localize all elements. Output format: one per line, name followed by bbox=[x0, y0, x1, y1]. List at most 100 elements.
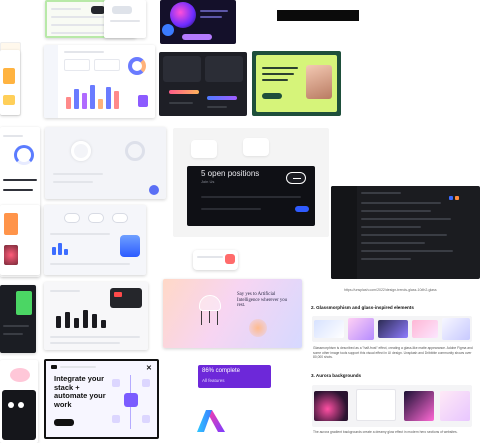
section-3-title: 3. Aurora backgrounds bbox=[311, 373, 362, 378]
blue-bars bbox=[52, 239, 102, 255]
wallet-dot-a bbox=[8, 402, 14, 408]
fab-button[interactable] bbox=[149, 185, 159, 195]
section-2-title: 2. Glassmorphism and glass-inspired elem… bbox=[311, 305, 414, 310]
ring-chart-a bbox=[71, 141, 91, 161]
get-started-button[interactable] bbox=[54, 419, 74, 426]
complete-subtitle: All features bbox=[202, 378, 225, 383]
glass-thumb-b bbox=[348, 318, 374, 340]
dark-panel-a bbox=[163, 56, 201, 82]
yellow-badge bbox=[3, 95, 15, 105]
ring-chart-b bbox=[125, 141, 145, 161]
pink-accent-bar bbox=[169, 90, 199, 94]
arrow-button[interactable] bbox=[286, 172, 306, 184]
section-3-body: The aurora gradient backgrounds create a… bbox=[313, 430, 458, 434]
glass-thumb-d bbox=[412, 320, 438, 338]
aurora-thumb-c bbox=[404, 391, 434, 421]
orange-card bbox=[4, 213, 18, 235]
node-purple-icon bbox=[124, 393, 138, 407]
careers-subtitle[interactable]: Join Us bbox=[201, 179, 214, 184]
integrate-stack-card[interactable]: Integrate your stack + automate your wor… bbox=[44, 359, 159, 439]
bottom-left-pink-card[interactable] bbox=[0, 360, 38, 443]
orange-badge bbox=[3, 68, 15, 84]
section-2-body: Glassmorphism is described as a "half-fr… bbox=[313, 346, 473, 360]
pill-card-c[interactable] bbox=[112, 213, 128, 223]
orange-indicator bbox=[455, 196, 459, 200]
bar-group bbox=[64, 81, 134, 109]
stat-card-a[interactable] bbox=[64, 59, 90, 71]
aurora-thumb-d bbox=[440, 391, 470, 421]
glass-thumb-c bbox=[378, 320, 408, 338]
node-b-icon bbox=[142, 379, 150, 387]
neumorphic-stats-card[interactable] bbox=[45, 127, 166, 199]
sun-glow bbox=[249, 319, 267, 337]
dark-ui-mockups-card[interactable] bbox=[159, 52, 247, 116]
chat-bubble-card[interactable] bbox=[193, 250, 238, 270]
portrait-photo bbox=[306, 65, 332, 99]
floating-cards-dashboard[interactable] bbox=[44, 205, 146, 275]
ai-chair-hero-card[interactable]: Say yes to Artificial Intelligence where… bbox=[163, 279, 302, 348]
flower-thumb bbox=[4, 245, 18, 265]
lime-hero-card[interactable] bbox=[252, 51, 341, 116]
wallet-dot-b bbox=[18, 402, 24, 408]
integration-graph bbox=[110, 375, 154, 429]
complete-title: 86% complete bbox=[202, 368, 241, 374]
glow-spot bbox=[162, 24, 174, 36]
apply-button[interactable] bbox=[295, 206, 309, 212]
redacted-title-bar bbox=[277, 10, 359, 21]
pill-card-a[interactable] bbox=[64, 213, 80, 223]
close-icon[interactable]: ✕ bbox=[146, 364, 152, 372]
aurora-thumb-a bbox=[314, 391, 348, 421]
bar-chart-dashboard-card[interactable] bbox=[44, 282, 148, 350]
sidebar bbox=[44, 45, 58, 118]
dark-panel-b bbox=[205, 56, 243, 82]
neon-orb-icon bbox=[170, 2, 196, 28]
neon-mobile-app-card[interactable] bbox=[160, 0, 236, 44]
glass-thumb-a bbox=[314, 320, 344, 338]
placeholder-box-b bbox=[243, 138, 269, 156]
glassmorphism-gallery bbox=[312, 316, 472, 342]
donut-chart bbox=[128, 57, 146, 75]
blue-accent-bar bbox=[207, 96, 237, 100]
dark-editor-card[interactable] bbox=[331, 186, 480, 279]
brand-logo-icon bbox=[51, 365, 57, 369]
dark-chip bbox=[91, 6, 105, 14]
weekly-bars bbox=[56, 310, 116, 328]
left-edge-card-two[interactable] bbox=[0, 50, 20, 115]
aurora-thumb-b bbox=[356, 389, 396, 421]
cta-button[interactable] bbox=[262, 93, 282, 99]
glass-thumb-e bbox=[442, 318, 470, 340]
red-chip-icon bbox=[114, 292, 122, 297]
analytics-dashboard-card[interactable] bbox=[44, 45, 155, 118]
editor-sidebar bbox=[331, 186, 357, 279]
placeholder-box-a bbox=[191, 140, 217, 158]
toggle-icon[interactable] bbox=[112, 6, 132, 14]
arrow-right-icon bbox=[293, 178, 301, 179]
aurora-gallery bbox=[312, 385, 472, 427]
pink-blob bbox=[10, 368, 30, 382]
green-screen bbox=[16, 291, 32, 315]
careers-title: 5 open positions bbox=[201, 169, 260, 178]
node-c-icon bbox=[112, 415, 120, 423]
article-link-caption[interactable]: https://unsplash.com/2022/design-trends-… bbox=[344, 288, 437, 292]
blue-gauge bbox=[120, 235, 140, 257]
dark-wallet-card[interactable] bbox=[2, 390, 36, 440]
blue-indicator bbox=[449, 196, 453, 200]
green-app-card[interactable] bbox=[0, 285, 36, 353]
node-a-icon bbox=[112, 379, 120, 387]
neon-button[interactable] bbox=[182, 34, 212, 40]
pill-card-b[interactable] bbox=[88, 213, 104, 223]
gauge-chart bbox=[14, 145, 34, 165]
credit-card-widget[interactable] bbox=[110, 288, 142, 308]
left-mobile-card[interactable] bbox=[0, 205, 40, 275]
gradient-logo bbox=[196, 408, 226, 434]
stat-card-b[interactable] bbox=[94, 59, 120, 71]
purple-chip[interactable] bbox=[138, 95, 148, 107]
progress-complete-card[interactable]: 86% complete All features bbox=[198, 365, 271, 388]
node-d-icon bbox=[142, 415, 150, 423]
ai-headline: Say yes to Artificial Intelligence where… bbox=[237, 292, 288, 309]
mini-widget-top[interactable] bbox=[104, 0, 146, 38]
careers-dark-panel[interactable]: 5 open positions Join Us bbox=[187, 166, 315, 226]
send-button[interactable] bbox=[225, 254, 235, 264]
integrate-headline: Integrate your stack + automate your wor… bbox=[54, 374, 106, 409]
careers-page-card[interactable]: 5 open positions Join Us bbox=[173, 128, 329, 237]
